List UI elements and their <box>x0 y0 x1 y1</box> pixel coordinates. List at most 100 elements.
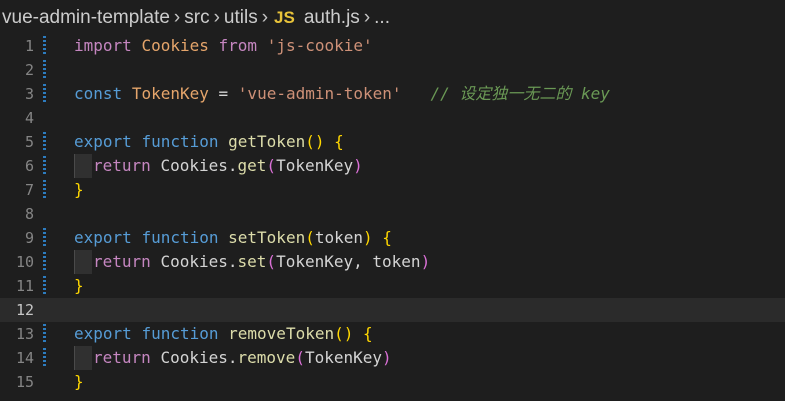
code-token: Cookies <box>160 348 228 367</box>
line-number: 5 <box>24 133 34 151</box>
code-token: ( <box>266 156 277 175</box>
code-token: { <box>382 228 392 247</box>
code-token: . <box>227 156 238 175</box>
line-number: 9 <box>24 229 34 247</box>
code-token: ( <box>305 228 315 247</box>
code-line[interactable]: 1 import Cookies from 'js-cookie' <box>0 34 785 58</box>
git-modified-indicator[interactable] <box>43 252 46 272</box>
line-number: 4 <box>24 109 34 127</box>
code-token: return <box>93 252 151 271</box>
code-token: 'vue-admin-token' <box>237 84 402 103</box>
code-line[interactable]: 6 return Cookies.get(TokenKey) <box>0 154 785 178</box>
git-modified-indicator[interactable] <box>43 276 46 296</box>
code-token: = <box>218 84 229 103</box>
chevron-right-icon: › <box>363 7 371 28</box>
code-line[interactable]: 12 <box>0 298 785 322</box>
chevron-right-icon: › <box>261 7 269 28</box>
code-text: return Cookies.get(TokenKey) <box>93 154 363 178</box>
code-token: ) <box>420 252 431 271</box>
code-token: setToken <box>228 228 306 247</box>
code-line[interactable]: 10 return Cookies.set(TokenKey, token) <box>0 250 785 274</box>
code-token: set <box>237 252 267 271</box>
line-number: 11 <box>15 277 34 295</box>
code-token: } <box>74 180 84 199</box>
breadcrumb: vue-admin-template › src › utils › JS au… <box>0 0 785 36</box>
indent-guide <box>74 346 92 370</box>
code-text: } <box>74 370 84 394</box>
line-number: 6 <box>24 157 34 175</box>
git-modified-indicator[interactable] <box>43 36 46 56</box>
indent-guide <box>74 154 92 178</box>
code-line[interactable]: 14 return Cookies.remove(TokenKey) <box>0 346 785 370</box>
breadcrumb-item-root[interactable]: vue-admin-template <box>2 7 170 29</box>
breadcrumb-item-file[interactable]: auth.js <box>304 7 360 29</box>
line-number: 8 <box>24 205 34 223</box>
git-modified-indicator[interactable] <box>43 84 46 104</box>
code-token: . <box>227 348 238 367</box>
code-token: 'js-cookie' <box>266 36 373 55</box>
breadcrumb-item-utils[interactable]: utils <box>224 7 258 29</box>
code-token: } <box>74 372 84 391</box>
code-line[interactable]: 8 <box>0 202 785 226</box>
code-token: ) <box>363 228 373 247</box>
code-token: Cookies <box>141 36 209 55</box>
code-line[interactable]: 13 export function removeToken() { <box>0 322 785 346</box>
indent-guide <box>74 250 92 274</box>
git-modified-indicator[interactable] <box>43 180 46 200</box>
line-number: 10 <box>15 253 34 271</box>
code-text: import Cookies from 'js-cookie' <box>74 34 373 58</box>
git-modified-indicator[interactable] <box>43 348 46 368</box>
line-number: 13 <box>15 325 34 343</box>
code-line[interactable]: 4 <box>0 106 785 130</box>
git-modified-indicator[interactable] <box>43 156 46 176</box>
code-token: TokenKey <box>304 348 383 367</box>
code-token: ) <box>382 348 392 367</box>
code-text: return Cookies.set(TokenKey, token) <box>93 250 430 274</box>
code-token: from <box>218 36 258 55</box>
code-editor[interactable]: 1 import Cookies from 'js-cookie' 2 3 const … <box>0 34 785 401</box>
code-line[interactable]: 7} <box>0 178 785 202</box>
git-modified-indicator[interactable] <box>43 324 46 344</box>
code-text: } <box>74 274 84 298</box>
code-line[interactable]: 9 export function setToken(token) { <box>0 226 785 250</box>
code-token: . <box>227 252 238 271</box>
code-token: import <box>74 36 132 55</box>
code-token: removeToken <box>228 324 335 343</box>
breadcrumb-symbols-ellipsis[interactable]: ... <box>374 7 390 29</box>
code-token: } <box>74 276 84 295</box>
git-modified-indicator[interactable] <box>43 228 46 248</box>
code-text: export function removeToken() { <box>74 322 373 346</box>
code-text: const TokenKey = 'vue-admin-token' // 设定… <box>74 82 610 106</box>
git-modified-indicator[interactable] <box>43 132 46 152</box>
code-line[interactable]: 15} <box>0 370 785 394</box>
code-token: () <box>305 132 325 151</box>
code-token: { <box>363 324 373 343</box>
git-modified-indicator[interactable] <box>43 60 46 80</box>
code-token: get <box>237 156 267 175</box>
code-line[interactable]: 11} <box>0 274 785 298</box>
code-line[interactable]: 3 const TokenKey = 'vue-admin-token' // 设… <box>0 82 785 106</box>
code-token: export <box>74 228 132 247</box>
code-token: function <box>141 228 219 247</box>
breadcrumb-item-src[interactable]: src <box>184 7 209 29</box>
code-token: ) <box>353 156 363 175</box>
chevron-right-icon: › <box>173 7 181 28</box>
code-text: return Cookies.remove(TokenKey) <box>93 346 392 370</box>
chevron-right-icon: › <box>213 7 220 28</box>
code-line[interactable]: 5 export function getToken() { <box>0 130 785 154</box>
code-line[interactable]: 2 <box>0 58 785 82</box>
line-number: 12 <box>15 301 34 319</box>
code-token: export <box>74 132 132 151</box>
